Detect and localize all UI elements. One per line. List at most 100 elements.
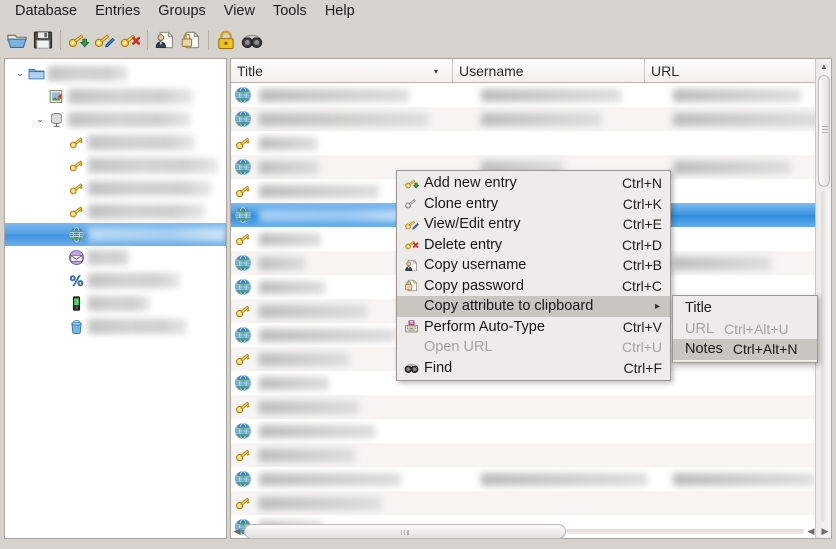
server-icon [47,111,65,129]
cell-title [259,472,401,486]
menu-item-copy-attribute-to-clipboard[interactable]: Copy attribute to clipboard ▸ [397,296,670,317]
tree-item[interactable] [5,85,226,108]
find-button[interactable] [239,27,265,53]
menubar-item-help[interactable]: Help [316,1,364,22]
key-icon [67,157,85,175]
table-row[interactable] [231,467,817,491]
key-icon [232,180,254,202]
menu-item-view-edit-entry[interactable]: View/Edit entry Ctrl+E [397,214,670,235]
tree-twisty-icon[interactable]: ⌄ [33,114,47,125]
folder-icon [27,65,45,83]
table-row[interactable] [231,131,817,155]
menu-item-shortcut: Ctrl+U [621,339,662,356]
vertical-scroll-thumb[interactable] [818,75,830,187]
menu-item-copy-username[interactable]: Copy username Ctrl+B [397,255,670,276]
cell-title [259,400,359,414]
group-tree-panel[interactable]: ⌄ ⌄ % [4,58,227,539]
menubar-item-database[interactable]: Database [6,1,86,22]
delete-entry-button[interactable] [117,27,143,53]
key-icon [67,134,85,152]
copy-username-button[interactable] [152,27,178,53]
menu-item-shortcut: Ctrl+C [621,277,662,294]
submenu-item-label: URL [685,320,715,337]
menu-item-label: View/Edit entry [424,216,521,233]
menu-item-perform-auto-type[interactable]: Perform Auto-Type Ctrl+V [397,317,670,338]
cell-title [259,160,319,174]
tree-twisty-icon[interactable]: ⌄ [13,68,27,79]
tree-item[interactable]: % [5,269,226,292]
lock-database-button[interactable] [213,27,239,53]
key-icon [232,396,254,418]
menubar-item-entries[interactable]: Entries [86,1,149,22]
menu-item-label: Copy password [424,277,524,294]
menu-item-shortcut: Ctrl+E [622,216,662,233]
copy-password-icon [401,277,421,295]
horizontal-scroll-thumb[interactable] [244,523,566,539]
tree-item-label [88,158,218,173]
tree-item[interactable]: ⌄ [5,108,226,131]
tree-item[interactable] [5,154,226,177]
menu-item-copy-password[interactable]: Copy password Ctrl+C [397,276,670,297]
scroll-up-icon[interactable]: ▲ [816,59,831,73]
cell-title [259,448,355,462]
tree-item[interactable] [5,315,226,338]
menu-item-open-url[interactable]: Open URL Ctrl+U [397,337,670,358]
tree-item[interactable] [5,246,226,269]
tree-item[interactable] [5,177,226,200]
sort-arrow-icon[interactable]: ▾ [434,67,438,76]
cell-title [259,136,317,150]
menubar-item-groups[interactable]: Groups [149,1,215,22]
submenu-item-notes[interactable]: Notes Ctrl+Alt+N [673,339,817,360]
copy-password-button[interactable] [178,27,204,53]
column-header-label: URL [651,62,680,79]
percent-icon: % [67,272,85,290]
table-row[interactable] [231,107,825,131]
tree-item-label [88,135,195,150]
entry-list-horizontal-scrollbar[interactable]: ◀ ◀ ▶ [230,521,832,541]
edit-entry-button[interactable] [91,27,117,53]
tree-item[interactable]: ⌄ [5,62,226,85]
horizontal-scroll-track[interactable] [566,528,804,534]
open-database-button[interactable] [4,27,30,53]
tree-item[interactable] [5,200,226,223]
tree-item[interactable] [5,292,226,315]
menubar-item-tools[interactable]: Tools [264,1,316,22]
submenu-item-label: Notes [685,341,723,358]
vertical-scroll-track[interactable] [821,191,826,521]
save-database-button[interactable] [30,27,56,53]
menu-item-shortcut: Ctrl+N [621,175,662,192]
key-icon [232,228,254,250]
table-row[interactable] [231,83,817,107]
menu-item-add-new-entry[interactable]: Add new entry Ctrl+N [397,173,670,194]
find-icon [401,359,421,377]
table-row[interactable] [231,443,817,467]
scroll-right-icon[interactable]: ▶ [818,526,832,537]
menu-item-clone-entry[interactable]: Clone entry Ctrl+K [397,194,670,215]
column-header-username[interactable]: Username [453,59,645,82]
table-row[interactable] [231,491,817,515]
submenu-item-title[interactable]: Title [673,298,817,319]
submenu-item-url[interactable]: URL Ctrl+Alt+U [673,319,817,340]
scroll-left-icon[interactable]: ◀ [230,526,244,537]
table-row[interactable] [231,419,817,443]
column-header-url[interactable]: URL [645,59,831,82]
menubar-item-view[interactable]: View [215,1,264,22]
key-icon [232,444,254,466]
trash-icon [67,318,85,336]
scroll-right-back-icon[interactable]: ◀ [804,526,818,537]
tree-item[interactable] [5,223,226,246]
menu-item-find[interactable]: Find Ctrl+F [397,358,670,379]
key-icon [232,132,254,154]
copy-attribute-submenu[interactable]: Title URL Ctrl+Alt+U Notes Ctrl+Alt+N [672,295,818,363]
table-row[interactable] [231,395,817,419]
menu-item-label: Find [424,359,453,376]
column-header-title[interactable]: Title ▾ [231,59,453,82]
submenu-arrow-icon: ▸ [654,300,660,312]
add-entry-icon [401,174,421,192]
entry-context-menu[interactable]: Add new entry Ctrl+N Clone entry Ctrl+K Vi… [396,170,671,381]
tree-item[interactable] [5,131,226,154]
menu-item-shortcut: Ctrl+F [623,359,663,376]
menu-item-delete-entry[interactable]: Delete entry Ctrl+D [397,235,670,256]
add-entry-button[interactable] [65,27,91,53]
globe-icon [232,276,254,298]
